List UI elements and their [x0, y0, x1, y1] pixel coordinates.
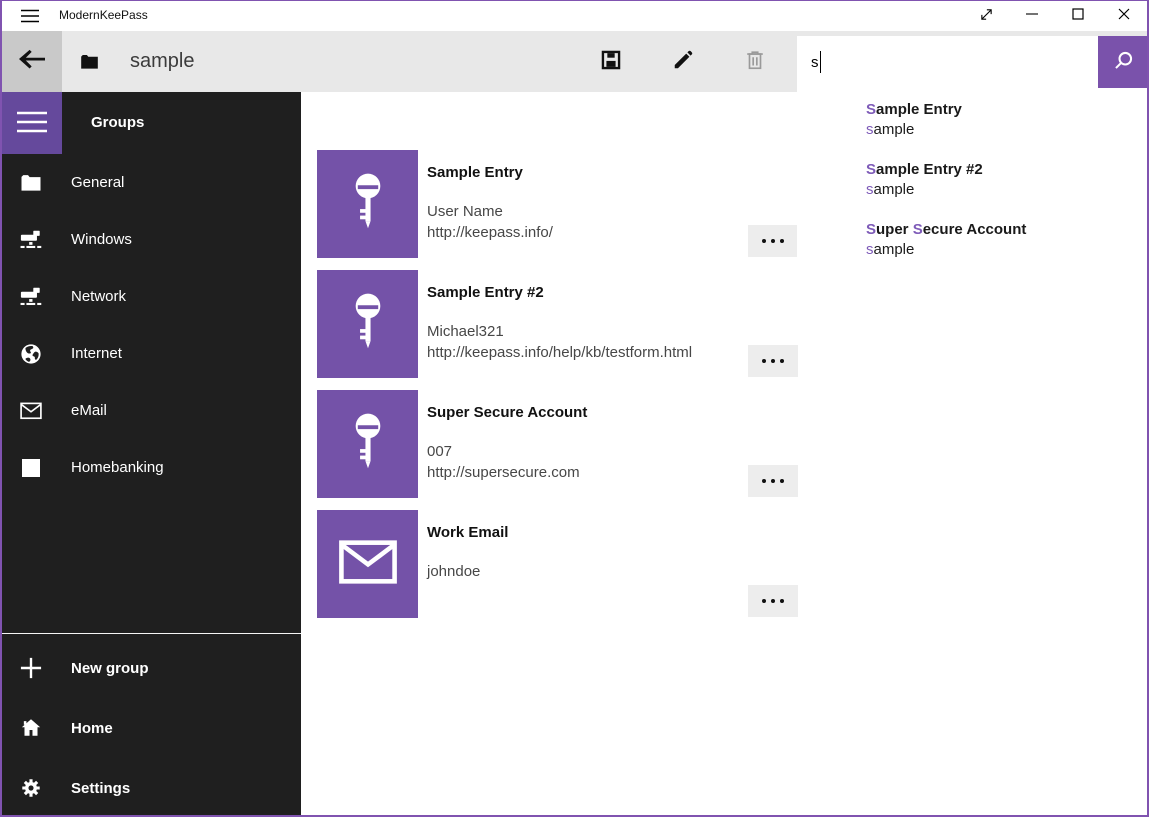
square-icon	[20, 459, 42, 477]
sidebar-item-homebanking[interactable]: Homebanking	[0, 439, 301, 496]
folder-icon	[20, 173, 42, 192]
search-button[interactable]	[1098, 36, 1147, 88]
sidebar-divider	[0, 633, 301, 634]
app-window: ModernKeePass	[0, 0, 1149, 817]
plus-icon	[20, 657, 42, 679]
entry-url: http://keepass.info/help/kb/testform.htm…	[427, 344, 692, 361]
suggestion-item[interactable]: Super Secure Account sample	[866, 220, 1136, 268]
globe-icon	[20, 343, 42, 365]
entry-username: johndoe	[427, 563, 480, 580]
back-arrow-icon	[19, 49, 45, 74]
key-icon	[351, 412, 385, 477]
suggestion-title: Super Secure Account	[866, 220, 1136, 240]
entry-tile	[317, 510, 418, 618]
sidebar-item-email[interactable]: eMail	[0, 382, 301, 439]
search-input[interactable]: s	[797, 36, 1098, 88]
minimize-button[interactable]	[1009, 0, 1055, 31]
more-options-button[interactable]	[748, 585, 798, 617]
entry-row[interactable]: Sample Entry User Name http://keepass.in…	[301, 150, 821, 258]
suggestion-item[interactable]: Sample Entry #2 sample	[866, 160, 1136, 208]
settings-button[interactable]: Settings	[0, 758, 301, 817]
fullscreen-button[interactable]	[963, 0, 1009, 31]
network-computer-icon	[20, 229, 42, 250]
entry-title: Sample Entry #2	[427, 284, 544, 301]
mail-icon	[20, 402, 42, 420]
groups-heading: Groups	[91, 92, 144, 154]
gear-icon	[20, 777, 42, 799]
entry-title: Super Secure Account	[427, 404, 587, 421]
folder-icon	[80, 31, 99, 92]
minimize-icon	[1026, 8, 1038, 23]
sidebar-actions: New group Home Settings	[0, 638, 301, 817]
network-computer-icon	[20, 286, 42, 307]
entry-row[interactable]: Super Secure Account 007 http://supersec…	[301, 390, 821, 498]
more-options-button[interactable]	[748, 225, 798, 257]
new-group-button[interactable]: New group	[0, 638, 301, 698]
ellipsis-icon	[762, 479, 766, 483]
search-query-text: s	[811, 54, 819, 71]
entry-row[interactable]: Work Email johndoe	[301, 510, 821, 618]
trash-icon	[744, 49, 766, 74]
entry-tile	[317, 270, 418, 378]
suggestion-group: sample	[866, 120, 1136, 140]
back-button[interactable]	[2, 31, 62, 92]
group-list: General Windows Network Internet	[0, 154, 301, 496]
more-options-button[interactable]	[748, 465, 798, 497]
entry-tile	[317, 150, 418, 258]
search-icon	[1112, 50, 1134, 75]
ellipsis-icon	[762, 599, 766, 603]
home-button[interactable]: Home	[0, 698, 301, 758]
ellipsis-icon	[762, 359, 766, 363]
save-button[interactable]	[575, 31, 647, 92]
hamburger-icon	[17, 111, 47, 136]
window-border	[0, 0, 1149, 1]
maximize-button[interactable]	[1055, 0, 1101, 31]
key-icon	[351, 292, 385, 357]
entry-title: Sample Entry	[427, 164, 523, 181]
hamburger-icon[interactable]	[14, 0, 46, 31]
suggestion-title: Sample Entry	[866, 100, 1136, 120]
window-controls	[963, 0, 1147, 31]
appbar-actions	[575, 31, 791, 92]
home-icon	[20, 717, 42, 739]
suggestion-item[interactable]: Sample Entry sample	[866, 100, 1136, 148]
save-icon	[600, 49, 622, 74]
delete-button[interactable]	[719, 31, 791, 92]
suggestion-title: Sample Entry #2	[866, 160, 1136, 180]
entry-username: Michael321	[427, 323, 504, 340]
search-suggestions: Sample Entry sample Sample Entry #2 samp…	[797, 88, 1147, 276]
close-button[interactable]	[1101, 0, 1147, 31]
app-title: ModernKeePass	[59, 0, 148, 31]
entry-url: http://supersecure.com	[427, 464, 580, 481]
window-border	[0, 0, 2, 817]
edit-pencil-icon	[672, 49, 694, 74]
suggestion-group: sample	[866, 180, 1136, 200]
entry-tile	[317, 390, 418, 498]
nav-toggle-button[interactable]	[2, 92, 62, 154]
text-caret	[820, 51, 822, 73]
sidebar-item-network[interactable]: Network	[0, 268, 301, 325]
ellipsis-icon	[762, 239, 766, 243]
sidebar: Groups General Windows Network	[0, 92, 301, 817]
sidebar-item-internet[interactable]: Internet	[0, 325, 301, 382]
edit-button[interactable]	[647, 31, 719, 92]
fullscreen-icon	[980, 8, 993, 24]
entry-row[interactable]: Sample Entry #2 Michael321 http://keepas…	[301, 270, 821, 378]
key-icon	[351, 172, 385, 237]
suggestion-group: sample	[866, 240, 1136, 260]
current-group-title: sample	[130, 31, 194, 92]
close-icon	[1118, 8, 1130, 23]
entry-username: User Name	[427, 203, 503, 220]
entry-url: http://keepass.info/	[427, 224, 553, 241]
entry-title: Work Email	[427, 524, 508, 541]
mail-icon	[339, 540, 397, 589]
titlebar: ModernKeePass	[0, 0, 1149, 31]
sidebar-item-general[interactable]: General	[0, 154, 301, 211]
entry-username: 007	[427, 443, 452, 460]
sidebar-item-windows[interactable]: Windows	[0, 211, 301, 268]
maximize-icon	[1072, 8, 1084, 23]
more-options-button[interactable]	[748, 345, 798, 377]
